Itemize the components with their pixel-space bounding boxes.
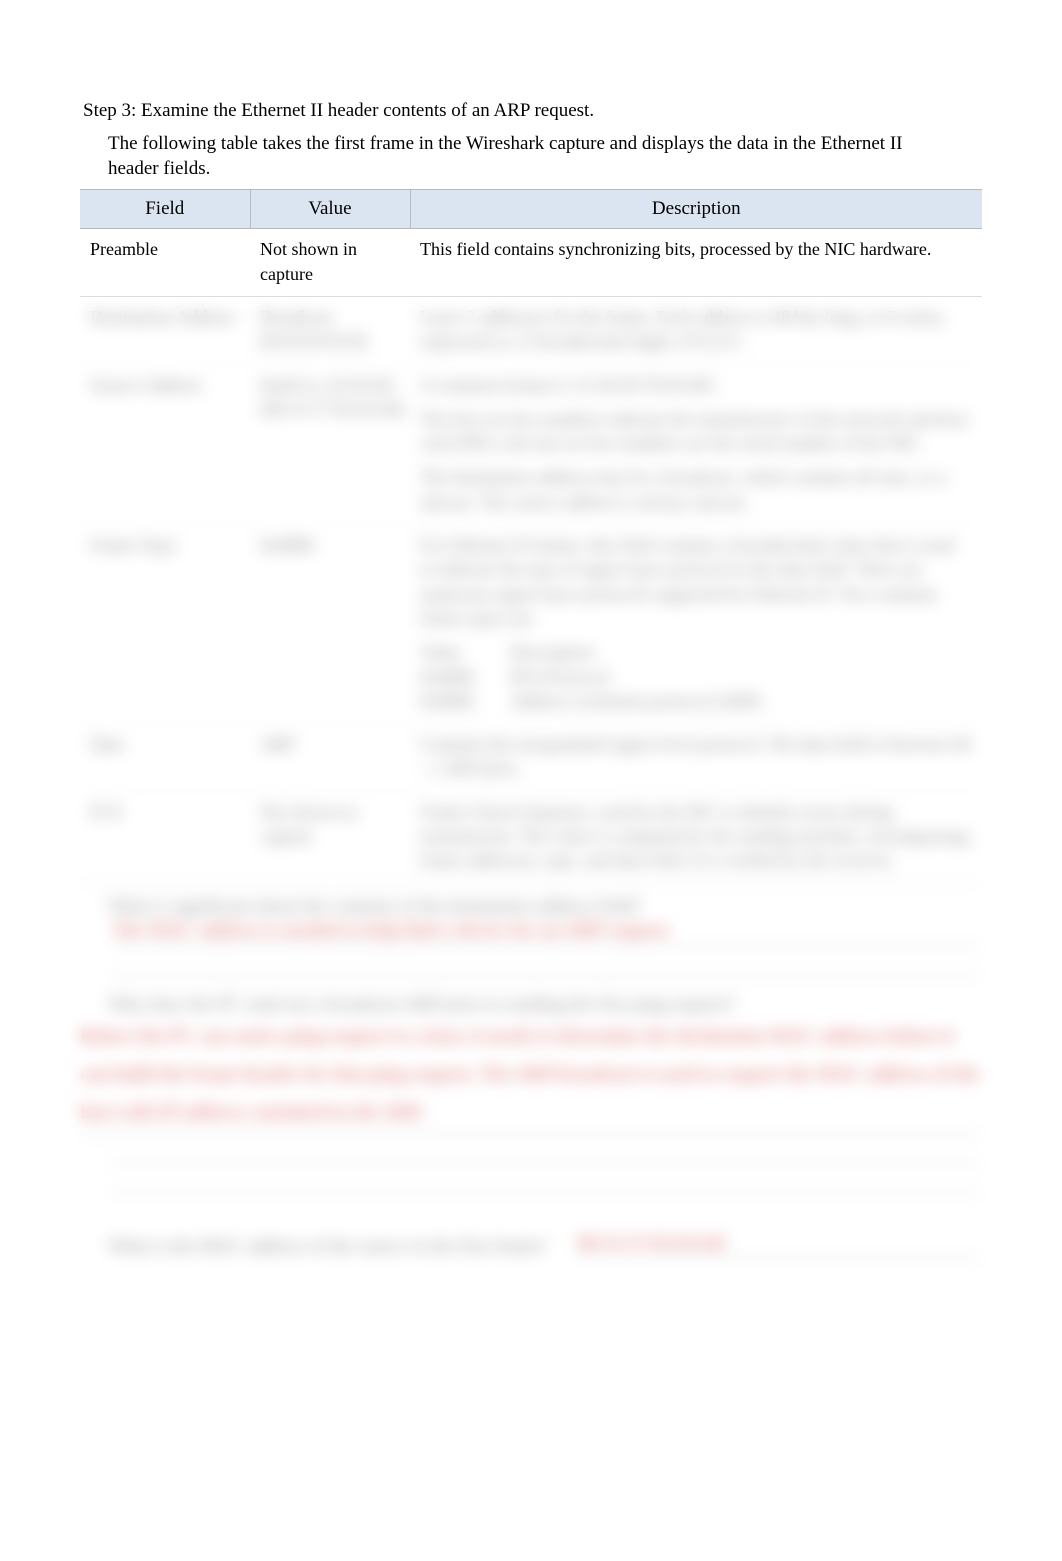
- desc-intro: For Ethernet II frames, this field conta…: [420, 533, 972, 630]
- table-row: Source Address IntelCor_62:62:6d (00:15:…: [80, 364, 982, 524]
- code-key: 0x0806: [420, 689, 510, 713]
- cell-value: ARP: [250, 724, 410, 792]
- question: What is significant about the contents o…: [108, 896, 982, 918]
- cell-value: Not shown in capture: [250, 229, 410, 297]
- blank-line: [108, 953, 982, 976]
- table-row: Frame Type 0x0806 For Ethernet II frames…: [80, 525, 982, 724]
- cell-desc: Frame Check Sequence, used by the NIC to…: [410, 791, 982, 883]
- mac-question: What is the MAC address of the source in…: [108, 1236, 548, 1258]
- question: Why does the PC send out a broadcast ARP…: [108, 994, 982, 1016]
- code-row: 0x0800 IPv4 Protocol: [420, 665, 972, 689]
- desc-line: A common format is 12:34:56:78:9A:BC.: [420, 373, 972, 397]
- cell-value: Broadcast (ff:ff:ff:ff:ff:ff): [250, 296, 410, 364]
- cell-field: Destination Address: [80, 296, 250, 364]
- blank-line: [108, 1141, 982, 1164]
- cell-field: Source Address: [80, 364, 250, 524]
- cell-desc: Layer 2 addresses for the frame. Each ad…: [410, 296, 982, 364]
- cell-desc: A common format is 12:34:56:78:9A:BC. Th…: [410, 364, 982, 524]
- mac-question-row: What is the MAC address of the source in…: [108, 1233, 982, 1258]
- cell-desc: Contains the encapsulated upper-level pr…: [410, 724, 982, 792]
- cell-value: 0x0806: [250, 525, 410, 724]
- table-header-row: Field Value Description: [80, 190, 982, 229]
- desc-line: The destination address may be a broadca…: [420, 465, 972, 514]
- table-row: Data ARP Contains the encapsulated upper…: [80, 724, 982, 792]
- cell-desc: For Ethernet II frames, this field conta…: [410, 525, 982, 724]
- step-title: Step 3: Examine the Ethernet II header c…: [83, 100, 982, 122]
- cell-field: FCS: [80, 791, 250, 883]
- cell-value: Not shown in capture: [250, 791, 410, 883]
- col-field: Field: [80, 190, 250, 229]
- table-row: Destination Address Broadcast (ff:ff:ff:…: [80, 296, 982, 364]
- code-key: Value: [420, 640, 510, 664]
- answer: Before the PC can send a ping request to…: [80, 1018, 982, 1135]
- desc-line: The first six hex numbers indicate the m…: [420, 407, 972, 456]
- code-row: 0x0806 Address resolution protocol (ARP): [420, 689, 972, 713]
- blank-line: [108, 1170, 982, 1193]
- qa-section: What is significant about the contents o…: [80, 896, 982, 1193]
- ethernet-header-table: Field Value Description Preamble Not sho…: [80, 189, 982, 883]
- cell-field: Data: [80, 724, 250, 792]
- answer: The MAC address is needed to help find a…: [112, 920, 982, 947]
- code-val: Address resolution protocol (ARP): [510, 689, 761, 713]
- mac-answer: 00:15:17:62:62:6d: [578, 1233, 982, 1258]
- code-val: Description: [510, 640, 594, 664]
- cell-field: Preamble: [80, 229, 250, 297]
- col-value: Value: [250, 190, 410, 229]
- code-key: 0x0800: [420, 665, 510, 689]
- cell-value: IntelCor_62:62:6d (00:15:17:62:62:6d): [250, 364, 410, 524]
- cell-desc: This field contains synchronizing bits, …: [410, 229, 982, 297]
- col-desc: Description: [410, 190, 982, 229]
- cell-field: Frame Type: [80, 525, 250, 724]
- table-row: Preamble Not shown in capture This field…: [80, 229, 982, 297]
- table-row: FCS Not shown in capture Frame Check Seq…: [80, 791, 982, 883]
- code-val: IPv4 Protocol: [510, 665, 610, 689]
- code-row: Value Description: [420, 640, 972, 664]
- answer-text: Before the PC can send a ping request to…: [80, 1018, 982, 1135]
- intro-paragraph: The following table takes the first fram…: [108, 132, 922, 181]
